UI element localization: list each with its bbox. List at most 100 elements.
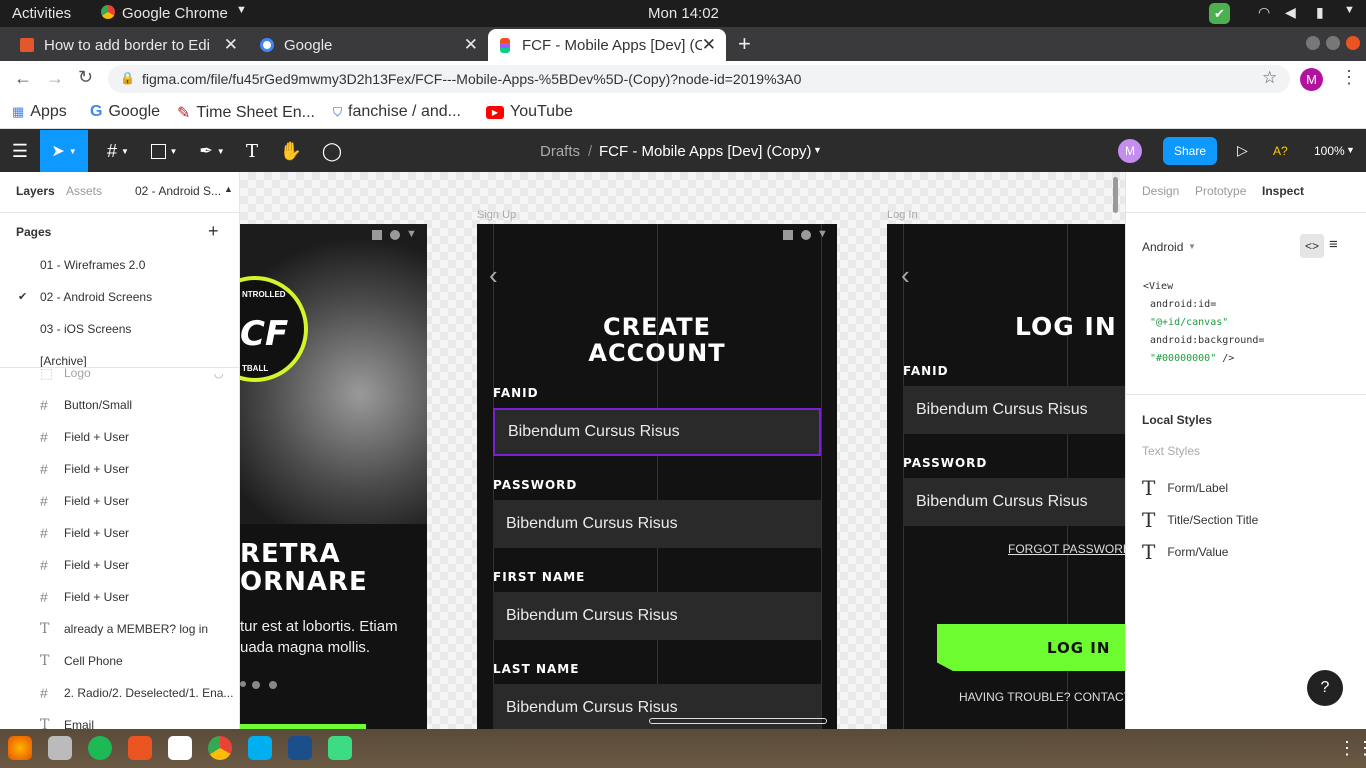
page-item-selected[interactable]: 02 - Android Screens xyxy=(40,290,152,304)
skype-icon[interactable] xyxy=(248,736,272,760)
clock[interactable]: Mon 14:02 xyxy=(648,5,719,22)
omnibox[interactable]: 🔒 figma.com/file/fu45rGed9mwmy3D2h13Fex/… xyxy=(108,65,1290,93)
app-menu[interactable]: Google Chrome xyxy=(122,5,228,22)
bookmark-youtube[interactable]: ▶ YouTube xyxy=(486,103,573,121)
update-check-icon[interactable]: ✔ xyxy=(1209,3,1230,24)
chrome-menu-icon[interactable]: ⋮ xyxy=(1340,67,1358,88)
frame-label-log-in[interactable]: Log In xyxy=(887,209,918,221)
slack-icon[interactable] xyxy=(168,736,192,760)
hand-tool-icon[interactable]: ✋ xyxy=(276,130,306,172)
editor-icon[interactable] xyxy=(288,736,312,760)
show-applications-icon[interactable]: ⋮⋮ xyxy=(1338,738,1366,759)
bookmark-star-icon[interactable]: ☆ xyxy=(1262,68,1277,88)
canvas-scrollbar[interactable] xyxy=(1113,177,1118,213)
carousel-dot[interactable] xyxy=(252,681,260,689)
frame-scrollbar[interactable] xyxy=(649,718,827,724)
frame-label-sign-up[interactable]: Sign Up xyxy=(477,209,516,221)
file-name[interactable]: FCF - Mobile Apps [Dev] (Copy) xyxy=(599,143,812,160)
page-selector[interactable]: 02 - Android S... xyxy=(135,184,221,198)
layer-item[interactable]: Talready a MEMBER? log in xyxy=(0,613,239,645)
comment-tool-icon[interactable]: ◯ xyxy=(318,130,346,172)
url-text[interactable]: figma.com/file/fu45rGed9mwmy3D2h13Fex/FC… xyxy=(142,71,801,87)
style-item[interactable]: T Title/Section Title xyxy=(1142,508,1258,532)
bookmark-google[interactable]: G Google xyxy=(90,103,160,121)
platform-select[interactable]: Android xyxy=(1142,240,1183,254)
tab-assets[interactable]: Assets xyxy=(66,184,102,198)
back-arrow-icon[interactable]: ‹ xyxy=(901,260,910,291)
sign-up-frame[interactable]: ▼ ‹ CREATE ACCOUNT FANID Bibendum Cursus… xyxy=(477,224,837,729)
pen-tool-icon[interactable]: ✒ ▼ xyxy=(190,130,234,172)
zoom-chevron-icon[interactable]: ▼ xyxy=(1346,145,1355,155)
help-button[interactable]: ? xyxy=(1307,670,1343,706)
layer-item[interactable]: # Field + User xyxy=(0,549,239,581)
profile-avatar[interactable]: M xyxy=(1300,68,1323,91)
code-view-icon[interactable]: <> xyxy=(1300,234,1324,258)
onboarding-frame[interactable]: ▼ CF NTROLLED TBALL RETRA ORNARE tur est… xyxy=(240,224,427,729)
text-tool-icon[interactable]: T xyxy=(238,130,266,172)
battery-icon[interactable]: ▮ xyxy=(1316,4,1324,21)
files-icon[interactable] xyxy=(48,736,72,760)
list-view-icon[interactable]: ≡ xyxy=(1329,236,1338,253)
move-tool-icon[interactable]: ➤ ▼ xyxy=(40,130,88,172)
zoom-level[interactable]: 100% xyxy=(1314,144,1345,158)
forward-icon[interactable]: → xyxy=(46,68,64,89)
tab-inspect[interactable]: Inspect xyxy=(1262,184,1304,198)
layer-item[interactable]: T Cell Phone xyxy=(0,645,239,677)
layer-item[interactable]: # Button/Small xyxy=(0,389,239,421)
minimize-window-icon[interactable] xyxy=(1306,36,1320,50)
close-window-icon[interactable] xyxy=(1346,36,1360,50)
design-canvas[interactable]: ▼ CF NTROLLED TBALL RETRA ORNARE tur est… xyxy=(240,172,1125,729)
tab-border-article[interactable]: How to add border to Edi ✕ xyxy=(8,29,248,61)
style-item[interactable]: T Form/Label xyxy=(1142,476,1228,500)
close-tab-icon[interactable]: ✕ xyxy=(464,35,478,55)
frame-tool-icon[interactable]: # ▼ xyxy=(96,130,140,172)
present-icon[interactable]: ▷ xyxy=(1237,142,1248,159)
layer-item[interactable]: # Field + User xyxy=(0,581,239,613)
layer-item[interactable]: #2. Radio/2. Deselected/1. Ena... xyxy=(0,677,239,709)
android-studio-icon[interactable] xyxy=(328,736,352,760)
back-icon[interactable]: ← xyxy=(14,68,32,89)
volume-icon[interactable]: ◀ xyxy=(1285,4,1296,21)
tab-figma[interactable]: FCF - Mobile Apps [Dev] (C ✕ xyxy=(488,29,726,61)
password-field[interactable]: Bibendum Cursus Risus xyxy=(493,500,821,548)
accessibility-check[interactable]: A? xyxy=(1273,144,1288,158)
tab-google[interactable]: Google ✕ xyxy=(248,29,488,61)
activities-button[interactable]: Activities xyxy=(12,5,71,22)
wifi-icon[interactable]: ◠ xyxy=(1258,4,1270,21)
collaborator-avatar[interactable]: M xyxy=(1118,139,1142,163)
shape-tool-icon[interactable]: ▼ xyxy=(142,130,186,172)
layer-item[interactable]: T Email xyxy=(0,709,239,729)
back-arrow-icon[interactable]: ‹ xyxy=(489,260,498,291)
tab-design[interactable]: Design xyxy=(1142,184,1179,198)
breadcrumb-drafts[interactable]: Drafts xyxy=(540,143,580,160)
main-menu-icon[interactable]: ☰ xyxy=(0,130,40,172)
share-button[interactable]: Share xyxy=(1163,137,1217,165)
maximize-window-icon[interactable] xyxy=(1326,36,1340,50)
carousel-dot[interactable] xyxy=(269,681,277,689)
spotify-icon[interactable] xyxy=(88,736,112,760)
software-center-icon[interactable] xyxy=(128,736,152,760)
reload-icon[interactable]: ↻ xyxy=(78,67,93,88)
contact-support-text[interactable]: HAVING TROUBLE? CONTACT S xyxy=(959,690,1125,704)
page-item[interactable]: 01 - Wireframes 2.0 xyxy=(40,258,145,272)
layer-item[interactable]: # Field + User xyxy=(0,485,239,517)
password-field[interactable]: Bibendum Cursus Risus xyxy=(903,478,1125,526)
fanid-field[interactable]: Bibendum Cursus Risus xyxy=(493,408,821,456)
layer-item[interactable]: # Field + User xyxy=(0,421,239,453)
platform-chevron-icon[interactable]: ▼ xyxy=(1188,242,1196,251)
log-in-frame[interactable]: ‹ LOG IN FANID Bibendum Cursus Risus PAS… xyxy=(887,224,1125,729)
add-page-icon[interactable]: + xyxy=(208,221,219,242)
layer-item[interactable]: ⬚ Logo ◡ xyxy=(0,357,239,389)
tab-layers[interactable]: Layers xyxy=(16,184,55,198)
lock-icon[interactable]: 🔒 xyxy=(120,71,135,85)
forgot-password-link[interactable]: FORGOT PASSWORD? xyxy=(1008,542,1125,556)
close-tab-icon[interactable]: ✕ xyxy=(702,35,716,55)
bookmark-fanchise[interactable]: ⛉ fanchise / and... xyxy=(333,103,461,121)
firefox-icon[interactable] xyxy=(8,736,32,760)
system-menu-chevron-icon[interactable]: ▼ xyxy=(1344,4,1355,16)
visibility-icon[interactable]: ◡ xyxy=(214,367,224,380)
fanid-field[interactable]: Bibendum Cursus Risus xyxy=(903,386,1125,434)
close-tab-icon[interactable]: ✕ xyxy=(224,35,238,55)
file-menu-chevron-icon[interactable]: ▼ xyxy=(813,145,822,155)
page-selector-chevron-icon[interactable]: ▲ xyxy=(224,184,233,194)
